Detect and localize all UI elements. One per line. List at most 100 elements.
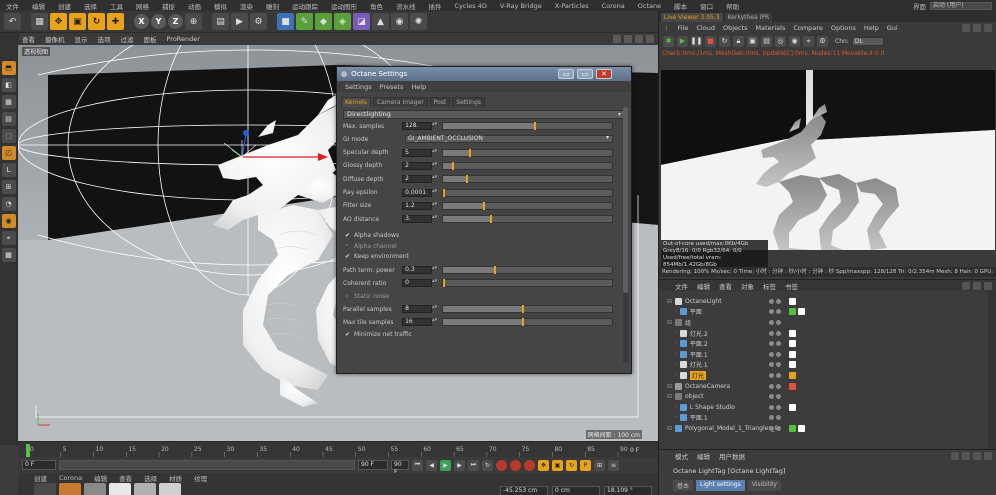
editor-visibility-icon[interactable] <box>769 298 774 304</box>
menu-item[interactable]: 雕刻 <box>266 1 279 11</box>
render-visibility-icon[interactable] <box>776 404 781 410</box>
menu-item[interactable]: 捕捉 <box>162 1 175 11</box>
object-manager-menu-item[interactable]: 书签 <box>785 281 798 291</box>
menu-item[interactable]: 文件 <box>6 1 19 11</box>
menu-item[interactable]: 运动跟踪 <box>292 1 318 11</box>
stop-render-icon[interactable]: ■ <box>705 35 716 47</box>
param-select[interactable]: GI_AMBIENT_OCCLUSION <box>405 135 613 144</box>
timeline-menu-icon[interactable]: ≡ <box>608 459 619 471</box>
expand-toggle-icon[interactable]: ⊟ <box>667 298 672 305</box>
restore-icon[interactable]: ▭ <box>558 69 574 79</box>
editor-visibility-icon[interactable] <box>769 309 774 315</box>
subdivision-button[interactable]: ◆ <box>315 13 332 30</box>
material-menu-item[interactable]: 创建 <box>34 473 47 483</box>
pin-icon[interactable] <box>973 24 981 32</box>
visibility-dots[interactable] <box>769 425 781 431</box>
dialog-scrollbar[interactable] <box>623 107 628 363</box>
menu-item[interactable]: V-Ray Bridge <box>500 2 542 10</box>
tag-icon[interactable] <box>789 361 796 369</box>
coordinate-system-button[interactable]: ⊕ <box>185 13 202 30</box>
edge-mode-icon[interactable]: ◰ <box>1 146 16 160</box>
dialog-tab[interactable]: Settings <box>452 97 485 107</box>
param-slider[interactable] <box>441 188 613 197</box>
param-spinner-icon[interactable]: ▴▾ <box>432 188 438 197</box>
dialog-menu-item[interactable]: Presets <box>380 83 404 91</box>
send-scene-icon[interactable]: ✱ <box>663 35 674 47</box>
material-swatch[interactable] <box>59 483 81 495</box>
checkmark-icon[interactable]: ✔ <box>345 253 351 260</box>
model-mode-icon[interactable]: ◧ <box>1 78 16 92</box>
layout-select[interactable]: 启动 (用户) <box>930 2 992 10</box>
object-manager-menu-item[interactable]: 编辑 <box>697 281 710 291</box>
param-spinner-icon[interactable]: ▴▾ <box>432 148 438 157</box>
live-viewer-menu-item[interactable]: Help <box>864 24 879 32</box>
channel-select[interactable]: DL <box>851 36 884 46</box>
menu-item[interactable]: 插件 <box>429 1 442 11</box>
y-axis-lock-button[interactable]: Y <box>151 14 166 29</box>
object-manager-menu-item[interactable]: 对象 <box>741 281 754 291</box>
param-value-field[interactable]: 1.2 <box>402 201 432 210</box>
param-slider[interactable] <box>441 318 613 326</box>
object-row[interactable]: · 灯光 <box>659 370 989 381</box>
filter-icon[interactable] <box>973 282 981 290</box>
param-value-field[interactable]: 8 <box>402 305 432 313</box>
keyframe-selection-icon[interactable] <box>524 459 535 471</box>
object-row[interactable]: ⊟ OctaneLight <box>659 296 989 307</box>
material-menu-item[interactable]: 选择 <box>144 473 157 483</box>
orbit-icon[interactable] <box>635 35 643 43</box>
object-row[interactable]: ⊟ 组 <box>659 317 989 328</box>
param-slider[interactable] <box>441 305 613 313</box>
object-row[interactable]: · 平面 <box>659 307 989 318</box>
menu-item[interactable]: 选择 <box>84 1 97 11</box>
param-spinner-icon[interactable]: ▴▾ <box>432 161 438 170</box>
render-visibility-icon[interactable] <box>776 425 781 431</box>
tag-icon[interactable] <box>798 308 805 316</box>
material-swatch[interactable] <box>159 483 181 495</box>
material-menu-item[interactable]: 纹理 <box>194 473 207 483</box>
coord-y-field[interactable]: 0 cm <box>552 486 600 495</box>
render-visibility-icon[interactable] <box>776 298 781 304</box>
param-slider[interactable] <box>441 161 613 170</box>
param-value-field[interactable]: 0.0001 <box>402 188 432 197</box>
maximize-icon[interactable] <box>646 35 654 43</box>
menu-item[interactable]: 渲染 <box>240 1 253 11</box>
live-viewer-menu-item[interactable]: Options <box>831 24 856 32</box>
go-end-icon[interactable]: ⏭ <box>468 459 479 471</box>
viewport-menu-item[interactable]: 显示 <box>75 34 88 44</box>
render-visibility-icon[interactable] <box>776 309 781 315</box>
param-checkbox[interactable]: ✔ Keep environment <box>345 252 409 261</box>
menu-item[interactable]: X-Particles <box>555 2 589 10</box>
manager-side-tabs[interactable] <box>988 291 996 449</box>
pause-render-icon[interactable]: ❚❚ <box>691 35 702 47</box>
param-spinner-icon[interactable]: ▴▾ <box>432 279 438 287</box>
viewport-menu-item[interactable]: 选项 <box>98 34 111 44</box>
param-checkbox[interactable]: ✔ Alpha shadows <box>345 231 399 240</box>
nav-back-icon[interactable] <box>951 452 959 460</box>
material-swatch[interactable] <box>109 483 131 495</box>
param-checkbox[interactable]: ✔ Minimize net traffic <box>345 330 412 339</box>
object-row[interactable]: ⊟ Polygonal_Model_1_Triangles_0 <box>659 423 989 434</box>
dialog-tab[interactable]: Kernels <box>341 97 371 107</box>
param-value-field[interactable]: 3. <box>402 215 432 224</box>
go-start-icon[interactable]: ⏮ <box>412 459 423 471</box>
menu-item[interactable]: 模拟 <box>214 1 227 11</box>
checkmark-icon[interactable]: ✔ <box>345 232 351 239</box>
object-manager-menu-item[interactable]: 文件 <box>675 281 688 291</box>
axis-tool-button[interactable]: ✚ <box>107 13 124 30</box>
viewport-menu-item[interactable]: 过滤 <box>121 34 134 44</box>
render-view-button[interactable]: ▶ <box>231 13 248 30</box>
region-render-icon[interactable]: ▣ <box>747 35 758 47</box>
tag-icon[interactable] <box>798 424 805 432</box>
layout-icon[interactable] <box>962 24 970 32</box>
pick-focus-icon[interactable]: ◎ <box>775 35 786 47</box>
timeline-playhead[interactable] <box>26 444 30 457</box>
editor-visibility-icon[interactable] <box>769 394 774 400</box>
menu-item[interactable]: Cycles 4D <box>455 2 487 10</box>
editor-visibility-icon[interactable] <box>769 415 774 421</box>
dialog-tab[interactable]: Post <box>429 97 451 107</box>
tag-icon[interactable] <box>789 329 796 337</box>
material-swatch[interactable] <box>84 483 106 495</box>
expand-icon[interactable] <box>984 24 992 32</box>
autokey-icon[interactable] <box>510 459 521 471</box>
object-row[interactable]: ⊟ OctaneCamera <box>659 381 989 392</box>
